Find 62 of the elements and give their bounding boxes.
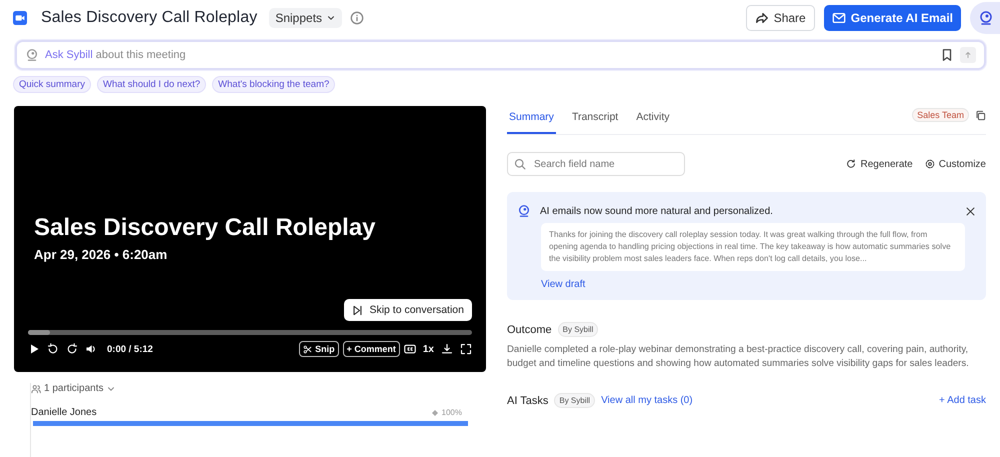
view-tasks-link[interactable]: View all my tasks (0) (601, 395, 693, 406)
skip-button[interactable]: Skip to conversation (344, 299, 472, 321)
video-time: 0:00 / 5:12 (107, 344, 153, 354)
copy-icon[interactable] (975, 110, 986, 120)
refresh-icon (846, 159, 856, 169)
generate-email-button[interactable]: Generate AI Email (824, 5, 961, 31)
participant-name: Danielle Jones (31, 407, 97, 418)
mail-icon (832, 11, 846, 25)
notice-title: AI emails now sound more natural and personalized. (540, 206, 773, 216)
share-icon (754, 11, 769, 25)
comment-button[interactable]: + Comment (342, 341, 400, 357)
rewind-icon[interactable] (47, 343, 59, 355)
bot-icon (25, 48, 39, 62)
author-tag: By Sybill (554, 393, 596, 408)
tab[interactable]: Transcript (570, 111, 620, 134)
team-tag: Sales Team (912, 108, 969, 122)
page-title: Sales Discovery Call Roleplay (41, 9, 258, 27)
skip-icon (352, 304, 364, 316)
download-icon[interactable] (441, 343, 453, 355)
outcome-text: Danielle completed a role-play webinar demonstrating a best-practice discovery call, covering pain, authority, budget and timeline questions and showing how automated summaries solve visibility gaps for sales leaders. (507, 343, 970, 371)
speed-button[interactable]: 1x (422, 344, 434, 354)
video-title: Sales Discovery Call Roleplay (34, 214, 377, 242)
gear-icon (924, 159, 935, 169)
email-draft-preview: Thanks for joining the discovery call roleplay session today. It was great walking through the full flow, from opening agenda to handling pricing objections in real time. The key takeaway is how automatic summaries solve the visibility problem most sales leaders face. When reps don't log call details, you lose... (541, 223, 965, 271)
fullscreen-icon[interactable] (460, 343, 472, 355)
info-icon[interactable] (350, 11, 364, 25)
video-camera-icon (13, 11, 27, 25)
section-title: AI Tasks (507, 394, 548, 406)
section-title: Outcome (507, 324, 552, 336)
play-icon[interactable] (28, 343, 40, 355)
bot-icon (978, 10, 994, 26)
assistant-button[interactable] (970, 2, 1000, 34)
snip-button[interactable]: Snip (299, 341, 339, 357)
customize-button[interactable]: Customize (924, 158, 986, 170)
video-date: Apr 29, 2026 • 6:20am (34, 247, 168, 262)
add-task-link[interactable]: + Add task (939, 395, 986, 406)
diamond-icon (430, 408, 439, 416)
volume-icon[interactable] (85, 343, 97, 355)
view-draft-link[interactable]: View draft (541, 279, 586, 290)
talk-share: 100% (430, 408, 462, 417)
bot-icon (517, 204, 531, 218)
tab[interactable]: Activity (634, 111, 672, 134)
bookmark-icon[interactable] (940, 48, 954, 62)
suggestion-chip[interactable]: Quick summary (13, 76, 91, 93)
tab[interactable]: Summary (507, 111, 556, 134)
author-tag: By Sybill (558, 322, 598, 337)
suggestion-chip[interactable]: What's blocking the team? (212, 76, 336, 93)
close-icon[interactable] (965, 206, 976, 216)
progress-track[interactable] (28, 330, 472, 335)
suggestion-chip[interactable]: What should I do next? (96, 76, 206, 93)
arrow-up-icon (963, 50, 973, 60)
ask-placeholder: Ask Sybill about this meeting (45, 49, 186, 61)
participants-dropdown[interactable]: 1 participants (31, 383, 116, 394)
snippets-dropdown[interactable]: Snippets (269, 8, 342, 28)
share-button[interactable]: Share (746, 5, 815, 31)
regenerate-button[interactable]: Regenerate (846, 158, 913, 170)
people-icon (31, 384, 41, 394)
forward-icon[interactable] (66, 343, 78, 355)
ask-field[interactable]: Ask Sybill about this meeting (15, 40, 986, 70)
captions-icon[interactable] (404, 343, 416, 355)
scissors-icon (303, 344, 312, 354)
search-field[interactable]: Search field name (507, 152, 685, 176)
